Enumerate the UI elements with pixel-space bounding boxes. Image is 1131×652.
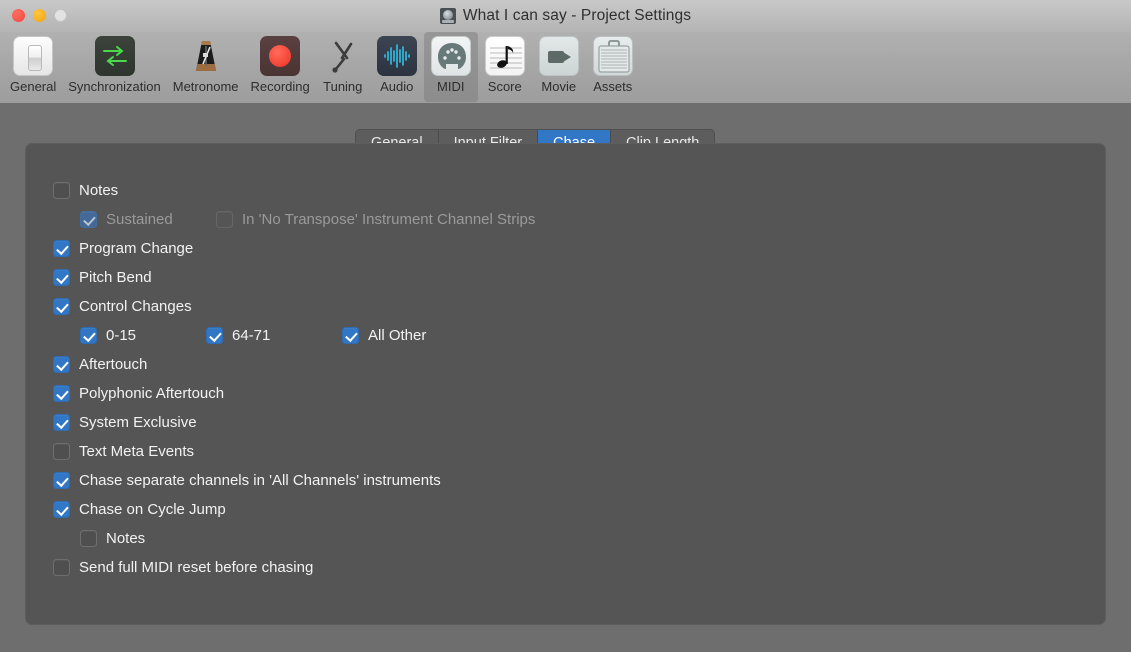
checkbox-pitch-bend[interactable] [53,269,70,286]
suboption-cc-all-other: All Other [342,327,426,344]
label-sustained: Sustained [106,211,173,228]
toolbar-label-metronome: Metronome [172,79,239,94]
option-row-chase-on-cycle-jump: Chase on Cycle Jump [53,495,1073,524]
toolbar-item-general[interactable]: General [4,32,62,102]
option-row-text-meta-events: Text Meta Events [53,437,1073,466]
suboption-cc-0-15: 0-15 [80,327,206,344]
label-notes: Notes [79,182,119,199]
checkbox-cc-0-15[interactable] [80,327,97,344]
briefcase-icon [592,36,633,76]
suboption-sustained: Sustained [80,211,216,228]
option-row-program-change: Program Change [53,234,1073,263]
toolbar-label-tuning: Tuning [323,79,363,94]
label-chase-separate-channels: Chase separate channels in 'All Channels… [79,472,441,489]
label-pitch-bend: Pitch Bend [79,269,152,286]
label-cc-64-71: 64-71 [232,327,271,344]
option-row-control-changes: Control Changes [53,292,1073,321]
window-title: What I can say - Project Settings [462,7,692,24]
project-settings-window: What I can say - Project Settings Genera… [0,0,1131,652]
checkbox-polyphonic-aftertouch[interactable] [53,385,70,402]
toolbar-item-score[interactable]: Score [478,32,532,102]
checkbox-text-meta-events[interactable] [53,443,70,460]
checkbox-cc-64-71[interactable] [206,327,223,344]
toolbar-item-synchronization[interactable]: Synchronization [62,32,167,102]
option-row-cycle-jump-notes: Notes [53,524,1073,553]
record-dot-icon [260,36,301,76]
option-row-notes: Notes [53,176,1073,205]
label-control-changes: Control Changes [79,298,192,315]
label-chase-on-cycle-jump: Chase on Cycle Jump [79,501,226,518]
toolbar-label-midi: MIDI [437,79,465,94]
waveform-icon [376,36,417,76]
label-no-transpose: In 'No Transpose' Instrument Channel Str… [242,211,536,228]
option-row-send-full-midi-reset: Send full MIDI reset before chasing [53,553,1073,582]
checkbox-cc-all-other[interactable] [342,327,359,344]
toolbar-item-tuning[interactable]: Tuning [316,32,370,102]
toolbar-item-recording[interactable]: Recording [245,32,316,102]
checkbox-sustained [80,211,97,228]
sync-arrows-icon [94,36,135,76]
titlebar: What I can say - Project Settings [0,0,1131,32]
toolbar-label-movie: Movie [541,79,577,94]
toolbar-label-synchronization: Synchronization [68,79,161,94]
label-cycle-jump-notes: Notes [106,530,146,547]
toolbar-item-audio[interactable]: Audio [370,32,424,102]
label-cc-all-other: All Other [368,327,427,344]
chase-settings-panel: Notes Sustained In 'No Transpose' Instru… [25,143,1106,625]
project-document-icon [439,8,456,24]
option-row-polyphonic-aftertouch: Polyphonic Aftertouch [53,379,1073,408]
chase-options-list: Notes Sustained In 'No Transpose' Instru… [53,176,1073,582]
checkbox-system-exclusive[interactable] [53,414,70,431]
metronome-icon [186,36,226,76]
option-row-notes-suboptions: Sustained In 'No Transpose' Instrument C… [53,205,1073,234]
option-row-chase-separate-channels: Chase separate channels in 'All Channels… [53,466,1073,495]
video-camera-icon [538,36,579,76]
midi-din-connector-icon [430,36,471,76]
label-text-meta-events: Text Meta Events [79,443,195,460]
toolbar-item-movie[interactable]: Movie [532,32,586,102]
toolbar-label-score: Score [487,79,522,94]
toolbar-label-general: General [10,79,57,94]
checkbox-chase-on-cycle-jump[interactable] [53,501,70,518]
label-send-full-midi-reset: Send full MIDI reset before chasing [79,559,314,576]
label-aftertouch: Aftertouch [79,356,148,373]
suboption-cc-64-71: 64-71 [206,327,342,344]
option-row-system-exclusive: System Exclusive [53,408,1073,437]
toolbar-label-audio: Audio [380,79,414,94]
suboption-no-transpose: In 'No Transpose' Instrument Channel Str… [216,211,535,228]
label-program-change: Program Change [79,240,194,257]
checkbox-no-transpose [216,211,233,228]
checkbox-cycle-jump-notes[interactable] [80,530,97,547]
checkbox-chase-separate-channels[interactable] [53,472,70,489]
settings-toolbar: General Synchronization Metronome Record… [0,32,1131,104]
toolbar-item-metronome[interactable]: Metronome [167,32,245,102]
tuning-fork-icon [323,36,363,76]
checkbox-program-change[interactable] [53,240,70,257]
toolbar-label-assets: Assets [593,79,633,94]
music-note-staff-icon [484,36,525,76]
checkbox-control-changes[interactable] [53,298,70,315]
label-system-exclusive: System Exclusive [79,414,197,431]
toolbar-item-assets[interactable]: Assets [586,32,640,102]
toolbar-item-midi[interactable]: MIDI [423,32,478,102]
light-switch-icon [13,36,54,76]
option-row-cc-ranges: 0-15 64-71 All Other [53,321,1073,350]
checkbox-notes[interactable] [53,182,70,199]
checkbox-aftertouch[interactable] [53,356,70,373]
option-row-aftertouch: Aftertouch [53,350,1073,379]
option-row-pitch-bend: Pitch Bend [53,263,1073,292]
toolbar-label-recording: Recording [250,79,310,94]
window-title-group: What I can say - Project Settings [0,0,1131,32]
checkbox-send-full-midi-reset[interactable] [53,559,70,576]
label-polyphonic-aftertouch: Polyphonic Aftertouch [79,385,225,402]
label-cc-0-15: 0-15 [106,327,137,344]
